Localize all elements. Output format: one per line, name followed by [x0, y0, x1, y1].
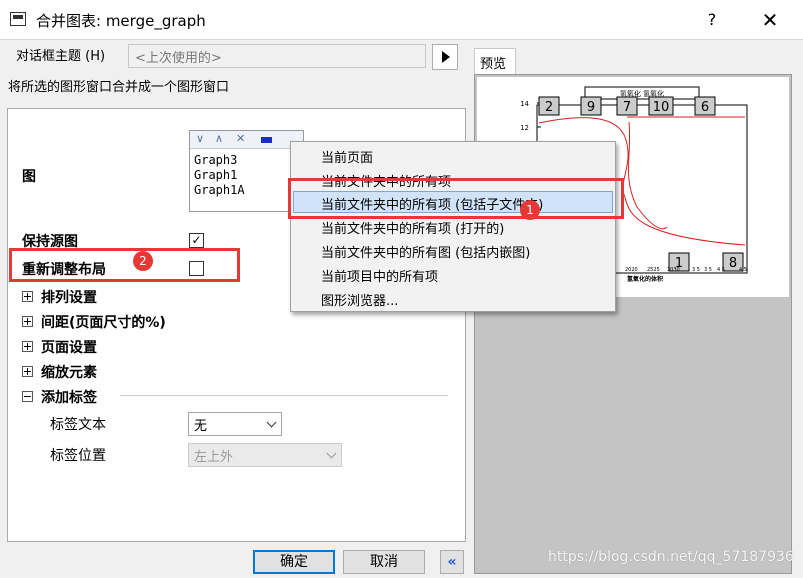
select-icon[interactable]: [261, 137, 272, 143]
graph-marker-label: 8: [729, 256, 737, 271]
x-tick-label: 3030: [667, 267, 680, 273]
annotation-box: [9, 248, 240, 282]
dialog-theme-label: 对话框主题 (H): [16, 49, 106, 64]
graphs-label: 图: [22, 169, 36, 185]
expand-icon[interactable]: [22, 341, 33, 352]
y-tick-label: 14: [520, 100, 529, 108]
expand-icon[interactable]: [22, 291, 33, 302]
graph-marker-label: 9: [587, 100, 595, 115]
x-tick-label: 3 5: [692, 267, 700, 273]
section-add-labels[interactable]: 添加标签: [41, 387, 97, 407]
cancel-button[interactable]: 取消: [343, 550, 425, 574]
remove-icon[interactable]: ✕: [236, 132, 245, 145]
label-text-label: 标签文本: [50, 417, 106, 433]
chevron-down-icon[interactable]: ∨: [196, 132, 204, 145]
help-button[interactable]: ?: [700, 8, 724, 32]
label-text-dropdown[interactable]: 无: [188, 412, 282, 436]
x-axis-title: 氢氧化的体积: [627, 275, 663, 283]
label-position-dropdown: 左上外: [188, 443, 342, 467]
x-tick-label: 2525: [647, 267, 660, 273]
y-tick-label: 12: [520, 124, 529, 132]
dialog-theme-combo[interactable]: <上次使用的>: [128, 44, 426, 68]
graph-list-item[interactable]: Graph3: [194, 153, 237, 167]
expand-icon[interactable]: [22, 366, 33, 377]
collapse-icon[interactable]: [22, 391, 33, 402]
menu-item-graph-browser[interactable]: 图形浏览器...: [321, 290, 398, 309]
x-tick-label: 4 5: [739, 267, 747, 273]
annotation-badge: 1: [520, 200, 540, 220]
ok-button[interactable]: 确定: [253, 550, 335, 574]
chevron-up-icon[interactable]: ∧: [215, 132, 223, 145]
x-tick-label: 3 5: [704, 267, 712, 273]
graph-list-item[interactable]: Graph1: [194, 168, 237, 182]
label-position-label: 标签位置: [50, 448, 106, 464]
section-spacing[interactable]: 间距(页面尺寸的%): [41, 312, 166, 332]
graph-list-item[interactable]: Graph1A: [194, 183, 245, 197]
context-menu: 当前页面 当前文件夹中的所有项 当前文件夹中的所有项 (包括子文件夹) 当前文件…: [290, 141, 616, 312]
menu-item-folder-open[interactable]: 当前文件夹中的所有项 (打开的): [321, 218, 504, 237]
menu-item-project-all[interactable]: 当前项目中的所有项: [321, 266, 438, 285]
annotation-box: [288, 178, 624, 219]
graph-list-toolbar: ∨ ∧ ✕: [190, 131, 303, 149]
x-tick-label: 2020: [625, 267, 638, 273]
section-arrange[interactable]: 排列设置: [41, 287, 97, 307]
dialog-description: 将所选的图形窗口合并成一个图形窗口: [8, 80, 230, 95]
graph-marker-label: 7: [623, 100, 631, 115]
section-divider: [120, 395, 448, 396]
x-tick-label: 4 5: [717, 267, 725, 273]
menu-item-current-page[interactable]: 当前页面: [321, 147, 373, 166]
graph-marker-label: 10: [653, 100, 670, 115]
keep-source-checkbox[interactable]: ✓: [189, 233, 204, 248]
graph-marker-label: 6: [701, 100, 709, 115]
section-scale-elements[interactable]: 缩放元素: [41, 362, 97, 382]
graph-list[interactable]: ∨ ∧ ✕ Graph3 Graph1 Graph1A: [189, 130, 304, 212]
close-button[interactable]: ✕: [756, 6, 784, 34]
curve-b: [628, 121, 668, 230]
collapse-preview-button[interactable]: «: [440, 550, 464, 574]
theme-menu-button[interactable]: [432, 44, 458, 70]
watermark-text: https://blog.csdn.net/qq_57187936: [548, 549, 794, 565]
window-title: 合并图表: merge_graph: [36, 12, 206, 30]
tab-preview[interactable]: 预览: [474, 48, 516, 74]
annotation-badge: 2: [133, 251, 153, 271]
expand-icon[interactable]: [22, 316, 33, 327]
graph-marker-label: 2: [545, 100, 553, 115]
section-page-setup[interactable]: 页面设置: [41, 337, 97, 357]
menu-item-folder-graphs-embedded[interactable]: 当前文件夹中的所有图 (包括内嵌图): [321, 242, 530, 261]
title-bar: 合并图表: merge_graph ? ✕: [0, 0, 803, 40]
window-icon: [10, 12, 26, 26]
